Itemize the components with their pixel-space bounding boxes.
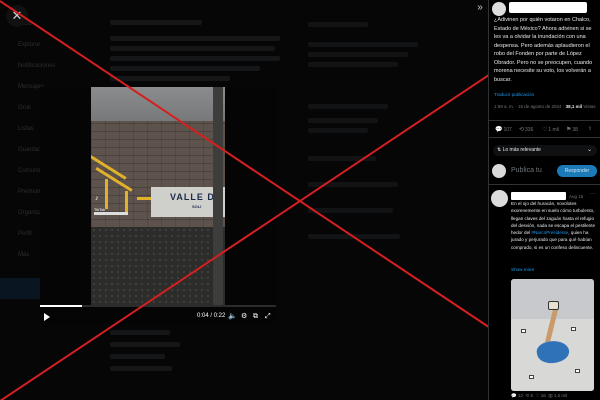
comment-heart-icon[interactable]: ♡ <box>535 393 539 398</box>
post-panel: ¿Adivinen por quién votaron en Chalco, E… <box>488 0 600 400</box>
bg-text-line <box>308 128 368 133</box>
comment-reply-count: 12 <box>517 393 523 398</box>
bookmark-stat[interactable]: ⚑38 <box>566 126 578 133</box>
video-wall-text-2: SOLI <box>192 204 202 209</box>
comment-views-count: 1,5 mil <box>553 393 568 398</box>
commenter-name-redacted <box>511 192 566 200</box>
repost-stat[interactable]: ⟲336 <box>519 126 533 133</box>
video-frame-image: VALLE D SOLI ♪ TikTok <box>91 87 225 305</box>
tiktok-username-redacted <box>94 212 128 215</box>
comment-repost-icon[interactable]: ⟲ <box>525 393 529 398</box>
play-icon[interactable] <box>44 313 50 321</box>
chevron-down-icon: ⌄ <box>586 147 592 153</box>
comment-hashtag[interactable]: #NarcoPresidente <box>531 230 568 235</box>
bg-text-line <box>110 366 172 371</box>
bg-text-line <box>308 118 378 123</box>
bg-nav-item: Explorar <box>18 42 41 48</box>
video-pole <box>213 87 223 305</box>
divider <box>489 184 600 185</box>
video-progress-bar[interactable] <box>40 305 276 307</box>
chevron-right-icon[interactable]: » <box>474 2 486 14</box>
cartoon-hand <box>548 301 559 310</box>
comment-image[interactable] <box>511 279 594 391</box>
repost-count: 336 <box>525 127 534 133</box>
video-progress-fill <box>40 305 83 307</box>
bg-text-line <box>308 208 393 213</box>
tiktok-logo: ♪ <box>95 195 99 202</box>
bookmark-icon: ⚑ <box>566 127 572 133</box>
post-meta: 1:59 a. m. · 15 de agosto de 2024 · 38,1… <box>494 104 596 109</box>
bg-text-line <box>110 330 170 335</box>
reply-input[interactable]: Publica tu <box>511 167 542 174</box>
heart-icon: ♡ <box>542 127 548 133</box>
comment-stats: 💬 12 ⟲ 5 ♡ 16 ▥ 1,5 mil <box>511 393 567 399</box>
bg-nav-item: Notificaciones <box>18 63 56 69</box>
like-stat[interactable]: ♡1 mil <box>542 126 559 133</box>
bg-text-line <box>110 354 165 359</box>
bg-text-line <box>308 62 398 67</box>
bg-text-line <box>308 52 408 57</box>
sort-label: Lo más relevante <box>502 147 541 153</box>
commenter-avatar[interactable] <box>491 190 508 207</box>
fullscreen-icon[interactable]: ⤢ <box>265 312 271 321</box>
video-time: 0:04 / 0:22 <box>197 313 226 319</box>
more-options-icon[interactable]: ··· <box>590 191 596 197</box>
bg-text-line <box>110 20 202 25</box>
sort-replies-button[interactable]: ⇅ Lo más relevante ⌄ <box>493 145 597 156</box>
views-label: Vistas <box>583 104 596 109</box>
reply-icon: 💬 <box>495 127 503 133</box>
bookmark-count: 38 <box>572 127 578 133</box>
comment-like-count: 16 <box>540 393 546 398</box>
translate-link[interactable]: Traducir publicación <box>494 92 534 97</box>
like-count: 1 mil <box>548 127 559 133</box>
video-controls: 0:04 / 0:22 🔈 ⚙ ⧉ ⤢ <box>40 310 276 324</box>
bg-text-line <box>110 46 275 51</box>
bg-text-line <box>110 342 180 347</box>
comment-views-icon[interactable]: ▥ <box>548 393 552 398</box>
author-avatar[interactable] <box>492 2 506 16</box>
bg-text-line <box>308 22 368 27</box>
bg-text-line <box>308 104 388 109</box>
bg-text-line <box>308 42 418 47</box>
reply-count: 107 <box>503 127 512 133</box>
video-player[interactable]: VALLE D SOLI ♪ TikTok 0:04 / 0:22 🔈 ⚙ ⧉ … <box>40 87 276 324</box>
reply-button[interactable]: Responder <box>557 165 597 177</box>
post-timestamp: 1:59 a. m. · 15 de agosto de 2024 <box>494 104 562 109</box>
settings-icon[interactable]: ⚙ <box>241 312 247 321</box>
bg-text-line <box>110 66 260 71</box>
comment-repost-count: 5 <box>530 393 533 398</box>
video-wall-text: VALLE D <box>170 192 215 202</box>
post-text: ¿Adivinen por quién votaron en Chalco, E… <box>494 17 593 83</box>
divider <box>489 120 600 121</box>
reply-stat[interactable]: 💬107 <box>495 126 512 133</box>
comment-text: En el ojo del huracán, novolotes exorene… <box>511 200 598 251</box>
volume-icon[interactable]: 🔈 <box>228 312 237 321</box>
comment-date: Aug 15 <box>569 194 584 199</box>
comment-reply-icon[interactable]: 💬 <box>511 393 517 398</box>
divider <box>489 137 600 138</box>
current-user-avatar <box>492 164 506 178</box>
show-more-link[interactable]: Show more <box>511 267 534 272</box>
share-icon[interactable]: ⇪ <box>588 126 592 132</box>
bg-text-line <box>110 36 280 41</box>
repost-icon: ⟲ <box>519 127 525 133</box>
author-name-redacted <box>509 2 587 13</box>
bg-text-line <box>110 76 230 81</box>
bg-text-line <box>110 56 280 61</box>
pip-icon[interactable]: ⧉ <box>253 312 258 321</box>
views-count: 38,1 mil <box>565 104 583 109</box>
